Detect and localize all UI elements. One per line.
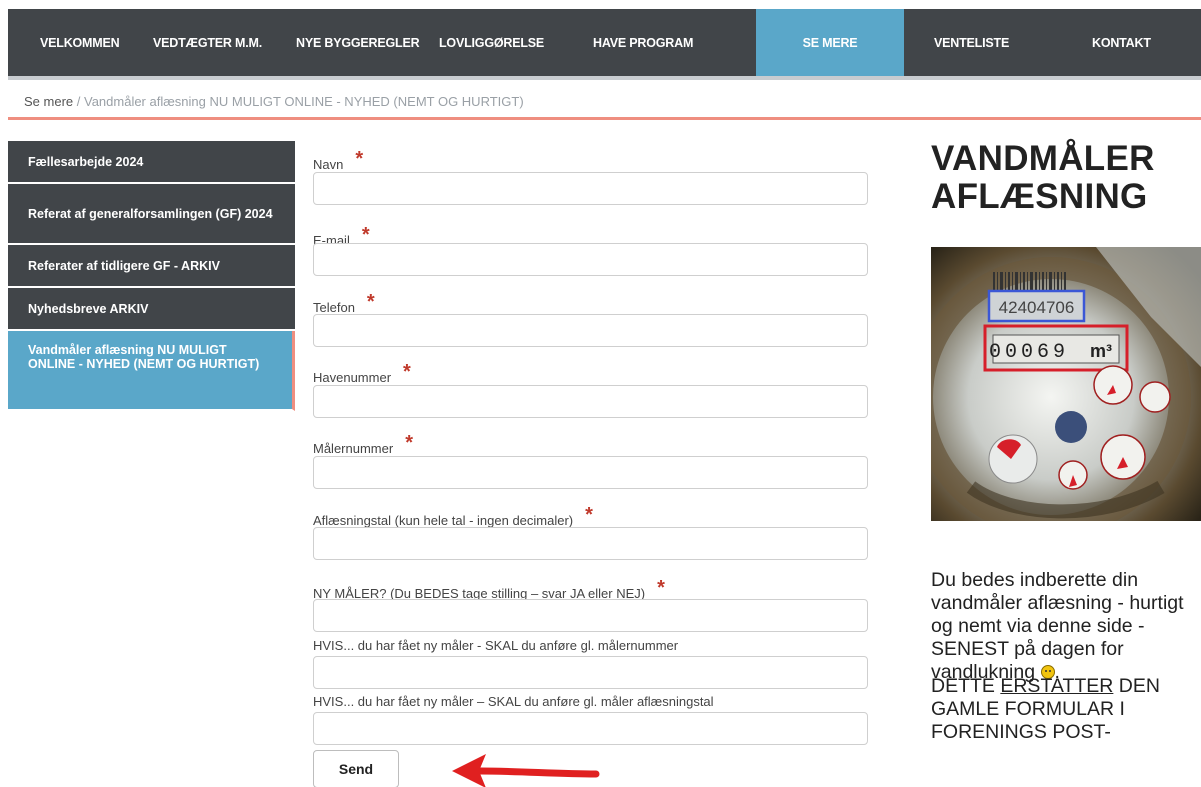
water-meter-photo: 42404706 00069 m³ — [931, 247, 1201, 521]
sidebar: Fællesarbejde 2024 Referat af generalfor… — [8, 141, 295, 411]
page-title-line-2: AFLÆSNING — [931, 177, 1148, 216]
meter-serial-text: 42404706 — [999, 298, 1075, 317]
old-meter-number-input[interactable] — [313, 656, 868, 689]
new-meter-input[interactable] — [313, 599, 868, 632]
replace-notice-underlined: ERSTATTER — [1000, 675, 1114, 697]
sidebar-item-referater-arkiv[interactable]: Referater af tidligere GF - ARKIV — [8, 245, 295, 288]
name-input[interactable] — [313, 172, 868, 205]
nav-underline — [8, 76, 1201, 80]
info-column: VANDMÅLER AFLÆSNING 42404706 00069 m³ Du… — [931, 140, 1201, 743]
nav-item-velkommen[interactable]: VELKOMMEN — [8, 9, 153, 76]
sidebar-item-faellesarbejde[interactable]: Fællesarbejde 2024 — [8, 141, 295, 184]
page-title: VANDMÅLER AFLÆSNING — [931, 140, 1201, 216]
arrow-icon — [452, 754, 600, 787]
nav-item-vedtaegter[interactable]: VEDTÆGTER M.M. — [153, 9, 296, 76]
old-reading-input[interactable] — [313, 712, 868, 745]
meter-reading-text: 00069 — [989, 341, 1069, 364]
breadcrumb-parent-link[interactable]: Se mere — [24, 94, 73, 109]
nav-item-se-mere[interactable]: SE MERE — [756, 9, 904, 76]
intro-text-body: Du bedes indberette din vandmåler aflæsn… — [931, 569, 1184, 683]
nav-item-kontakt[interactable]: KONTAKT — [1062, 9, 1201, 76]
field-label-gl-maalernummer: HVIS... du har fået ny måler - SKAL du a… — [313, 638, 679, 653]
breadcrumb: Se mere / Vandmåler aflæsning NU MULIGT … — [24, 94, 524, 109]
breadcrumb-divider — [8, 117, 1201, 120]
sidebar-item-nyhedsbreve[interactable]: Nyhedsbreve ARKIV — [8, 288, 295, 331]
meter-number-input[interactable] — [313, 456, 868, 489]
garden-number-input[interactable] — [313, 385, 868, 418]
replace-notice: DETTE ERSTATTER DEN GAMLE FORMULAR I FOR… — [931, 675, 1201, 744]
nav-item-venteliste[interactable]: VENTELISTE — [904, 9, 1062, 76]
page-title-line-1: VANDMÅLER — [931, 139, 1155, 178]
meter-unit-text: m³ — [1090, 341, 1112, 361]
nav-item-nye-byggeregler[interactable]: NYE BYGGEREGLER — [296, 9, 439, 76]
send-button[interactable]: Send — [313, 750, 399, 787]
required-mark: * — [403, 361, 411, 383]
replace-notice-start: DETTE — [931, 675, 1001, 697]
sidebar-item-vandmaaler[interactable]: Vandmåler aflæsning NU MULIGT ONLINE - N… — [8, 331, 295, 411]
water-meter-image: 42404706 00069 m³ — [931, 247, 1201, 521]
required-mark: * — [657, 577, 665, 599]
breadcrumb-separator: / — [73, 94, 84, 109]
email-input[interactable] — [313, 243, 868, 276]
required-mark: * — [405, 432, 413, 454]
phone-input[interactable] — [313, 314, 868, 347]
required-mark: * — [366, 291, 375, 313]
intro-text: Du bedes indberette din vandmåler aflæsn… — [931, 569, 1184, 683]
breadcrumb-current: Vandmåler aflæsning NU MULIGT ONLINE - N… — [83, 94, 524, 109]
reading-input[interactable] — [313, 527, 868, 560]
top-nav: VELKOMMEN VEDTÆGTER M.M. NYE BYGGEREGLER… — [8, 9, 1201, 76]
field-label-gl-aflaesningstal: HVIS... du har fået ny måler – SKAL du a… — [313, 694, 714, 709]
required-mark: * — [355, 148, 364, 170]
required-mark: * — [585, 504, 593, 526]
sidebar-item-referat-gf-2024[interactable]: Referat af generalforsamlingen (GF) 2024 — [8, 184, 295, 245]
nav-item-lovliggoerelse[interactable]: LOVLIGGØRELSE — [439, 9, 593, 76]
nav-item-have-program[interactable]: HAVE PROGRAM — [593, 9, 756, 76]
